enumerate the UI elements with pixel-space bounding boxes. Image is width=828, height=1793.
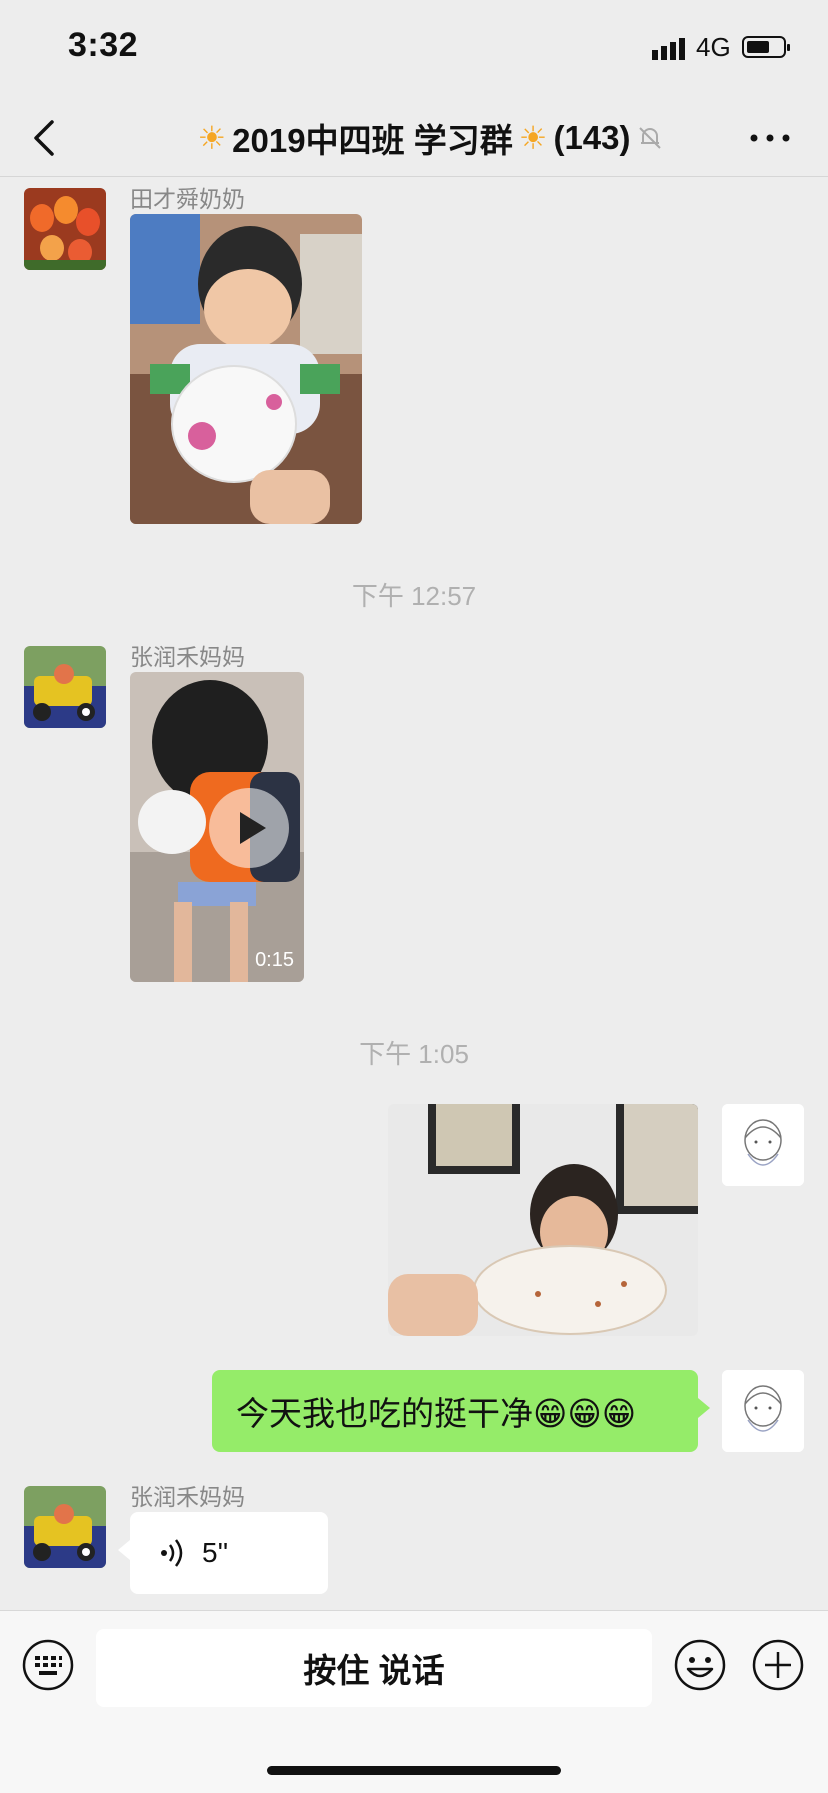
cartoon-girl-avatar-image <box>722 1104 804 1186</box>
sun-icon: ☀ <box>518 120 548 156</box>
member-count: (143) <box>553 119 631 156</box>
video-duration: 0:15 <box>255 949 294 971</box>
back-icon[interactable] <box>26 114 66 162</box>
home-indicator[interactable] <box>267 1766 561 1775</box>
sender-name: 张润禾妈妈 <box>130 644 245 670</box>
timestamp: 下午 12:57 <box>351 581 477 611</box>
chat-title: 2019中四班 学习群 <box>232 122 513 159</box>
avatar[interactable] <box>24 188 106 270</box>
more-icon[interactable] <box>748 128 792 148</box>
voice-wave-icon <box>161 1539 183 1567</box>
my-text-bubble[interactable]: 今天我也吃的挺干净😁😁😁 <box>212 1370 710 1452</box>
tulip-avatar-image <box>24 188 106 270</box>
plus-icon[interactable] <box>752 1639 804 1691</box>
avatar[interactable] <box>24 646 106 728</box>
image-message[interactable] <box>130 214 362 524</box>
voice-duration: 5'' <box>202 1537 229 1568</box>
emoji-icon[interactable] <box>674 1639 726 1691</box>
avatar[interactable] <box>24 1486 106 1568</box>
my-avatar[interactable] <box>722 1104 804 1186</box>
battery-icon <box>742 36 790 58</box>
sun-icon: ☀ <box>197 120 227 156</box>
network-label: 4G <box>696 32 731 62</box>
child-with-plate-photo <box>130 214 362 524</box>
cartoon-girl-avatar-image <box>722 1370 804 1452</box>
toy-car-avatar-image <box>24 1486 106 1568</box>
muted-bell-icon <box>638 127 661 149</box>
chat-title-group[interactable]: ☀ 2019中四班 学习群 ☀ (143) <box>170 114 690 162</box>
signal-icon <box>652 38 685 60</box>
sender-name: 张润禾妈妈 <box>130 1484 245 1510</box>
my-avatar[interactable] <box>722 1370 804 1452</box>
video-message[interactable]: 0:15 <box>130 672 304 982</box>
message-text: 今天我也吃的挺干净😁😁😁 <box>236 1395 637 1432</box>
toy-car-avatar-image <box>24 646 106 728</box>
timestamp: 下午 1:05 <box>359 1039 469 1069</box>
play-icon[interactable] <box>209 788 289 868</box>
voice-message[interactable]: 5'' <box>118 1512 328 1594</box>
status-time: 3:32 <box>68 26 139 64</box>
hold-to-talk-button[interactable]: 按住 说话 <box>96 1629 652 1707</box>
status-bar: 3:32 4G <box>0 0 828 100</box>
chat-header: ☀ 2019中四班 学习群 ☀ (143) <box>0 100 828 177</box>
sender-name: 田才舜奶奶 <box>130 186 245 212</box>
image-message[interactable] <box>388 1104 698 1336</box>
keyboard-icon[interactable] <box>22 1639 74 1691</box>
girl-with-empty-bowl-photo <box>388 1104 698 1336</box>
